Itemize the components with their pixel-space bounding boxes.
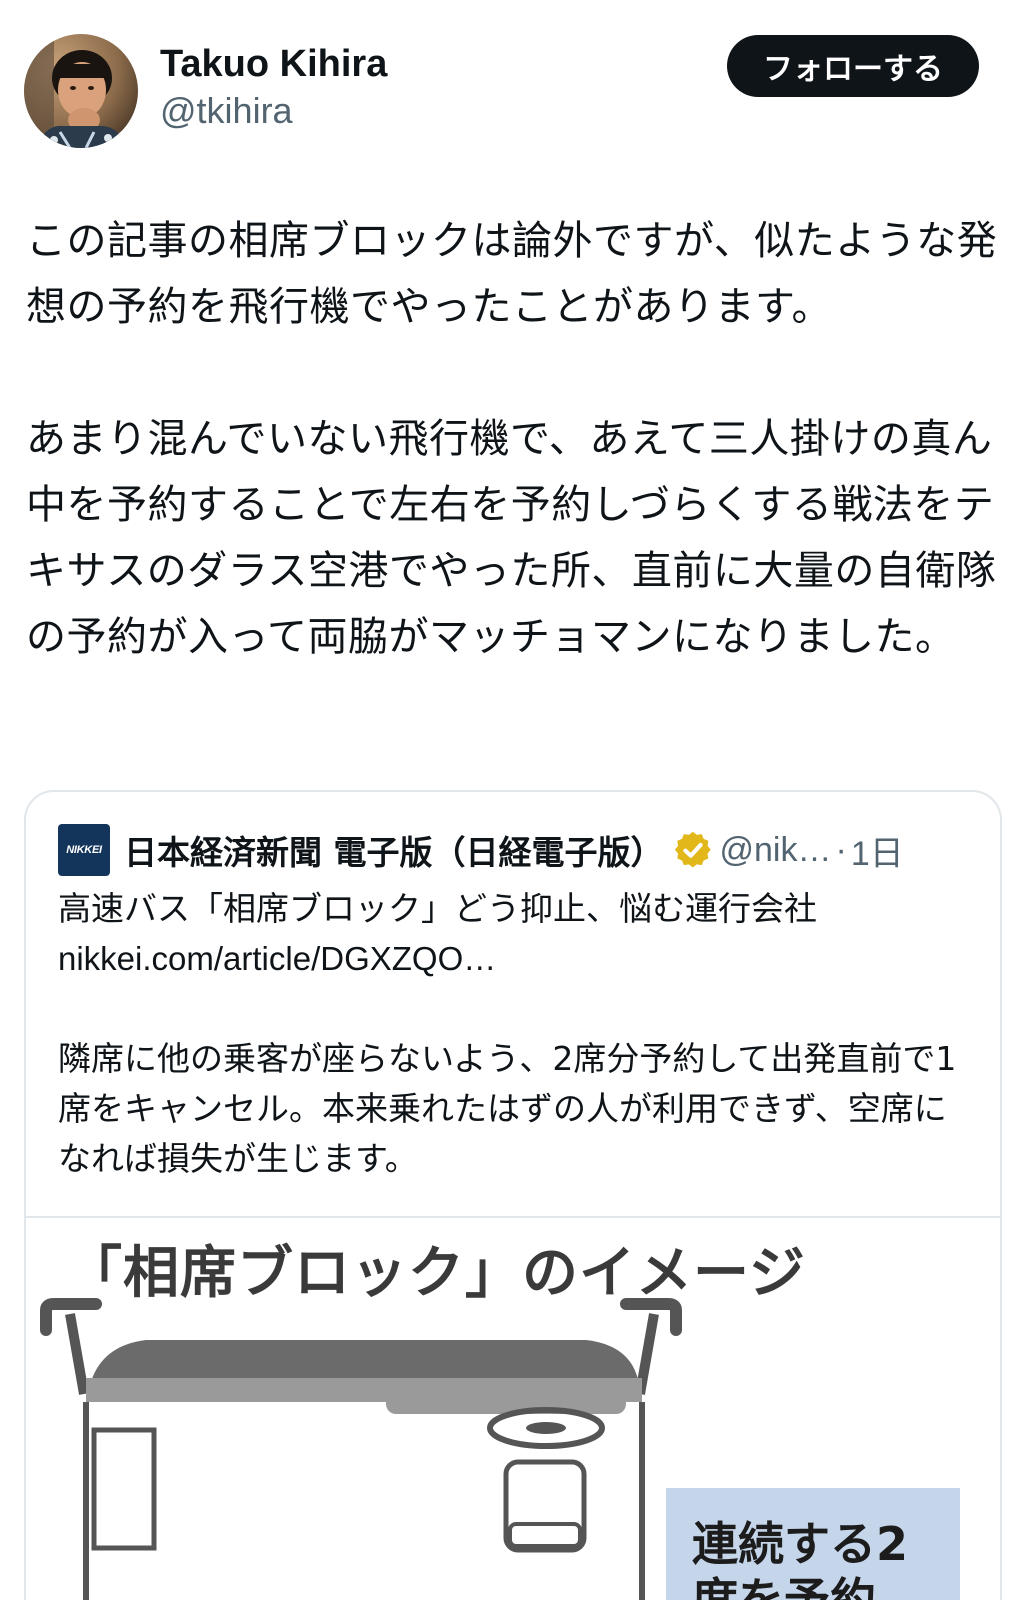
follow-button[interactable]: フォローする xyxy=(727,35,979,97)
quoted-tweet-text: 高速バス「相席ブロック」どう抑止、悩む運行会社 nikkei.com/artic… xyxy=(58,884,978,1184)
author-avatar[interactable] xyxy=(24,34,138,148)
tweet-paragraph: この記事の相席ブロックは論外ですが、似たような発想の予約を飛行機でやったことがあ… xyxy=(26,218,998,330)
illustration-callout: 連続する2席を予約 xyxy=(666,1488,960,1600)
quoted-tweet-image[interactable]: 「相席ブロック」のイメージ 連続する2席を予約 xyxy=(26,1216,1000,1600)
callout-text: 連続する2席を予約 xyxy=(692,1517,909,1600)
nikkei-logo[interactable]: NIKKEI xyxy=(58,824,110,876)
user-avatar-icon xyxy=(24,34,138,148)
tweet-paragraph: あまり混んでいない飛行機で、あえて三人掛けの真ん中を予約することで左右を予約しづ… xyxy=(26,416,997,660)
tweet-header: Takuo Kihira @tkihira フォローする xyxy=(0,0,1023,160)
quoted-author-name[interactable]: 日本経済新聞 電子版（日経電子版） xyxy=(124,826,664,874)
time-separator: · xyxy=(835,830,847,869)
quoted-author-handle[interactable]: @nik… xyxy=(720,831,832,870)
quoted-article-link[interactable]: nikkei.com/article/DGXZQO… xyxy=(58,934,978,984)
quoted-tweet-header: NIKKEI 日本経済新聞 電子版（日経電子版） @nik… · 1日 xyxy=(58,822,904,878)
illustration-title: 「相席ブロック」のイメージ xyxy=(66,1241,806,1306)
author-display-name[interactable]: Takuo Kihira xyxy=(160,40,387,88)
tweet-text: この記事の相席ブロックは論外ですが、似たような発想の予約を飛行機でやったことがあ… xyxy=(26,208,1001,670)
quoted-tweet-time[interactable]: 1日 xyxy=(851,826,904,875)
quoted-headline: 高速バス「相席ブロック」どう抑止、悩む運行会社 xyxy=(58,889,817,928)
verified-badge-icon xyxy=(674,831,711,868)
author-handle[interactable]: @tkihira xyxy=(160,88,387,134)
tweet-detail-page: Takuo Kihira @tkihira フォローする この記事の相席ブロック… xyxy=(0,0,1023,1600)
quoted-tweet-card[interactable]: NIKKEI 日本経済新聞 電子版（日経電子版） @nik… · 1日 高速バス… xyxy=(24,790,1002,1600)
quoted-body: 隣席に他の乗客が座らないよう、2席分予約して出発直前で1席をキャンセル。本来乗れ… xyxy=(58,1039,957,1178)
author-name-block: Takuo Kihira @tkihira xyxy=(160,40,387,134)
